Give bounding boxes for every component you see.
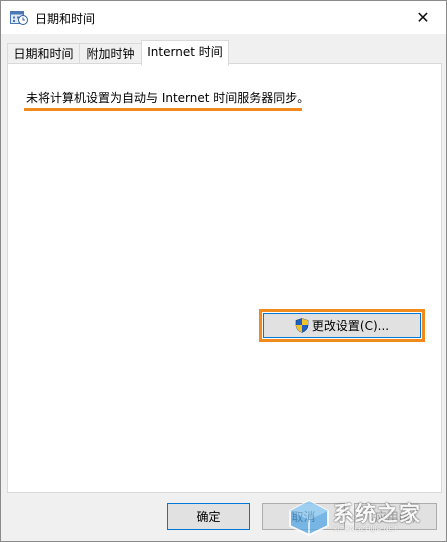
close-button[interactable]: ✕ [400, 1, 446, 33]
status-highlight-underline [24, 108, 302, 111]
watermark-en-text: XITONGZHIJIA.NET [333, 524, 398, 533]
watermark-cn-text: 系统之家 [333, 501, 421, 526]
close-icon: ✕ [416, 7, 430, 27]
change-settings-button[interactable]: 更改设置(C)... [263, 313, 421, 338]
tab-additional-clocks[interactable]: 附加时钟 [79, 43, 142, 64]
sync-status-text: 未将计算机设置为自动与 Internet 时间服务器同步。 [26, 91, 310, 105]
tab-date-time[interactable]: 日期和时间 [7, 43, 80, 64]
ok-button[interactable]: 确定 [167, 503, 250, 530]
uac-shield-icon [295, 318, 309, 333]
site-watermark: 系统之家 XITONGZHIJIA.NET [287, 495, 445, 541]
watermark-logo-icon [289, 499, 329, 537]
clock-calendar-icon [10, 11, 28, 25]
window-title: 日期和时间 [35, 12, 96, 26]
change-settings-label: 更改设置(C)... [311, 319, 390, 333]
internet-time-panel: 未将计算机设置为自动与 Internet 时间服务器同步。 更改设置(C)... [7, 63, 442, 493]
date-time-dialog: 日期和时间 ✕ 日期和时间 附加时钟 Internet 时间 未将计算机设置为自… [0, 0, 447, 542]
tab-internet-time[interactable]: Internet 时间 [141, 40, 229, 66]
title-bar[interactable]: 日期和时间 ✕ [1, 1, 446, 34]
